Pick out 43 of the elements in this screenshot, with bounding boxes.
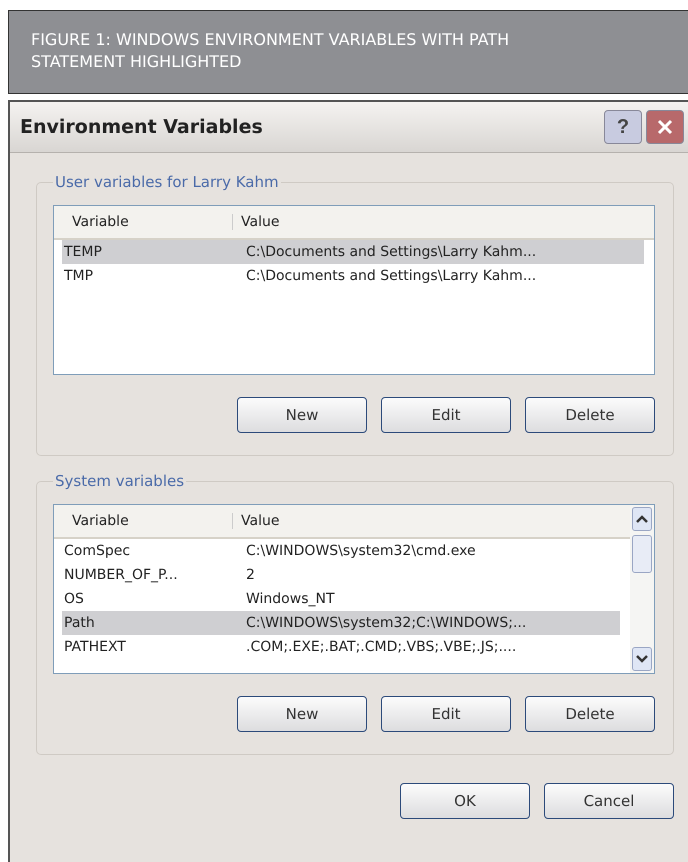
scroll-down-icon xyxy=(636,655,648,663)
variable-name: PATHEXT xyxy=(63,639,127,655)
action-button[interactable]: Delete xyxy=(525,397,655,433)
variable-row[interactable]: TEMP C:\Documents and Settings\Larry Kahm... xyxy=(62,240,644,264)
variable-value: C:\WINDOWS\system32\cmd.exe xyxy=(246,543,476,559)
variable-row[interactable]: PATHEXT .COM;.EXE;.BAT;.CMD;.VBS;.VBE;.JS;.... xyxy=(62,635,620,659)
figure-caption: FIGURE 1: WINDOWS ENVIRONMENT VARIABLES WITH PATH STATEMENT HIGHLIGHTED xyxy=(8,10,688,94)
variable-value: Windows_NT xyxy=(246,591,335,607)
variable-value: C:\WINDOWS\system32;C:\WINDOWS;... xyxy=(246,615,526,631)
variable-name: NUMBER_OF_P... xyxy=(63,567,179,583)
group-title: System variables xyxy=(54,472,186,490)
scroll-up-icon xyxy=(636,515,648,523)
action-button[interactable]: Delete xyxy=(525,696,655,732)
column-header[interactable]: Variable xyxy=(54,513,232,529)
close-button[interactable] xyxy=(646,110,684,144)
variable-row[interactable]: Path C:\WINDOWS\system32;C:\WINDOWS;... xyxy=(62,611,620,635)
variable-name: TMP xyxy=(63,268,94,284)
group-title: User variables for Larry Kahm xyxy=(54,173,280,191)
dialog-button[interactable]: Cancel xyxy=(544,783,674,819)
window-title: Environment Variables xyxy=(20,116,264,138)
variable-value: 2 xyxy=(246,567,255,583)
column-header[interactable]: Variable xyxy=(54,214,232,230)
variable-row[interactable]: TMP C:\Documents and Settings\Larry Kahm... xyxy=(62,264,644,288)
action-button[interactable]: New xyxy=(237,696,367,732)
scroll-thumb[interactable] xyxy=(632,535,652,573)
variable-name: ComSpec xyxy=(63,543,132,559)
variable-row[interactable]: NUMBER_OF_P... 2 xyxy=(62,563,620,587)
variable-value: .COM;.EXE;.BAT;.CMD;.VBS;.VBE;.JS;.... xyxy=(246,639,516,655)
column-header[interactable]: Value xyxy=(232,214,654,230)
variable-name: Path xyxy=(63,615,96,631)
action-button[interactable]: Edit xyxy=(381,397,511,433)
variable-row[interactable]: OS Windows_NT xyxy=(62,587,620,611)
variable-name: TEMP xyxy=(63,244,103,260)
help-button[interactable]: ? xyxy=(604,110,642,144)
variable-name: OS xyxy=(63,591,85,607)
action-button[interactable]: New xyxy=(237,397,367,433)
variable-row[interactable]: ComSpec C:\WINDOWS\system32\cmd.exe xyxy=(62,539,620,563)
action-button[interactable]: Edit xyxy=(381,696,511,732)
scrollbar[interactable] xyxy=(630,505,654,673)
close-icon xyxy=(656,118,674,136)
variable-value: C:\Documents and Settings\Larry Kahm... xyxy=(246,268,536,284)
variable-value: C:\Documents and Settings\Larry Kahm... xyxy=(246,244,536,260)
dialog-button[interactable]: OK xyxy=(400,783,530,819)
